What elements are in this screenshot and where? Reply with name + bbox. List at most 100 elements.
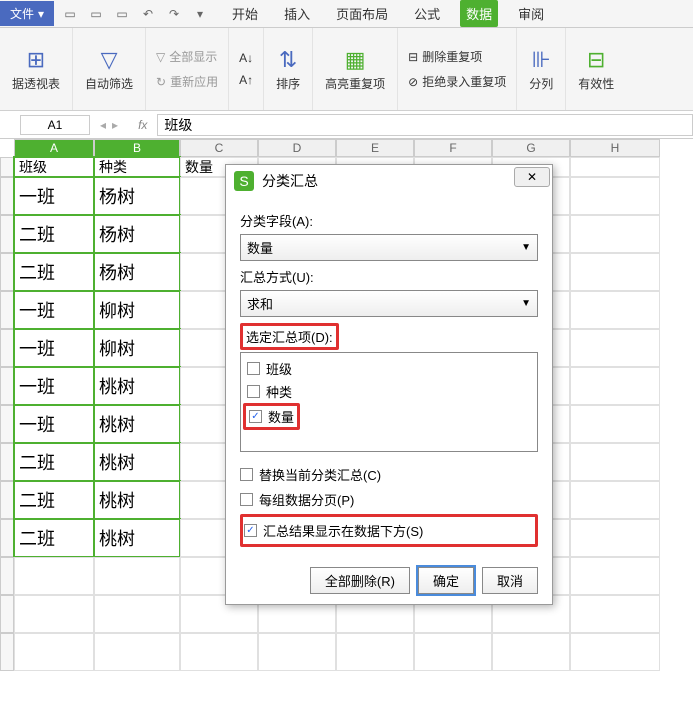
cell[interactable]: 一班 [14,405,94,443]
name-box[interactable] [20,115,90,135]
cell[interactable]: 一班 [14,291,94,329]
cell[interactable]: 杨树 [94,177,180,215]
cell[interactable]: 二班 [14,253,94,291]
tab-home[interactable]: 开始 [226,0,264,27]
next-icon[interactable]: ▸ [112,118,118,132]
cell[interactable] [180,633,258,671]
print-icon[interactable]: ▭ [88,6,104,22]
cell[interactable] [570,557,660,595]
tab-formula[interactable]: 公式 [408,0,446,27]
cell[interactable]: 一班 [14,177,94,215]
cell[interactable] [258,633,336,671]
items-listbox[interactable]: 班级 种类 ✓ 数量 [240,352,538,452]
cell[interactable] [570,157,660,177]
cell[interactable] [570,633,660,671]
cell[interactable] [570,595,660,633]
cell[interactable]: 桃树 [94,481,180,519]
fx-icon[interactable]: fx [138,118,147,132]
row-header[interactable] [0,519,14,557]
prev-icon[interactable]: ◂ [100,118,106,132]
preview-icon[interactable]: ▭ [114,6,130,22]
col-header-H[interactable]: H [570,139,660,157]
col-header-E[interactable]: E [336,139,414,157]
reject-dup-button[interactable]: ⊘ 拒绝录入重复项 [404,71,510,92]
field-select[interactable]: 数量 ▼ [240,234,538,261]
cell[interactable]: 二班 [14,481,94,519]
highlight-dup-button[interactable]: ▦ 高亮重复项 [319,43,391,96]
cell[interactable] [14,633,94,671]
tab-layout[interactable]: 页面布局 [330,0,394,27]
cancel-button[interactable]: 取消 [482,567,538,594]
row-header[interactable] [0,291,14,329]
cell[interactable]: 一班 [14,367,94,405]
col-header-C[interactable]: C [180,139,258,157]
more-icon[interactable]: ▾ [192,6,208,22]
redo-icon[interactable]: ↷ [166,6,182,22]
list-item[interactable]: 种类 [245,380,533,403]
dialog-close-button[interactable]: ✕ [514,167,550,187]
row-header[interactable] [0,157,14,177]
reapply-button[interactable]: ↻ 重新应用 [152,71,222,92]
cell[interactable]: 杨树 [94,215,180,253]
cell[interactable]: 二班 [14,215,94,253]
remove-dup-button[interactable]: ⊟ 删除重复项 [404,46,510,67]
row-header[interactable] [0,405,14,443]
row-header[interactable] [0,253,14,291]
col-header-G[interactable]: G [492,139,570,157]
cell[interactable]: 桃树 [94,443,180,481]
tab-review[interactable]: 审阅 [512,0,550,27]
cell[interactable]: 二班 [14,519,94,557]
cell[interactable] [570,329,660,367]
file-menu[interactable]: 文件 ▾ [0,1,54,26]
method-select[interactable]: 求和 ▼ [240,290,538,317]
list-item[interactable]: 班级 [245,357,533,380]
cell[interactable] [94,595,180,633]
cell[interactable] [570,215,660,253]
cell[interactable] [570,405,660,443]
undo-icon[interactable]: ↶ [140,6,156,22]
checkbox-checked[interactable]: ✓ [249,410,262,423]
row-header[interactable] [0,481,14,519]
row-header[interactable] [0,595,14,633]
text-to-columns-button[interactable]: ⊪ 分列 [523,43,559,96]
ok-button[interactable]: 确定 [418,567,474,594]
col-header-F[interactable]: F [414,139,492,157]
cell[interactable]: 二班 [14,443,94,481]
cell[interactable]: 班级 [14,157,94,177]
cell[interactable]: 桃树 [94,367,180,405]
remove-all-button[interactable]: 全部删除(R) [310,567,410,594]
opt-page[interactable]: 每组数据分页(P) [240,487,538,512]
list-item[interactable]: ✓ 数量 [247,407,296,426]
cell[interactable]: 柳树 [94,329,180,367]
autofilter-button[interactable]: ▽ 自动筛选 [79,43,139,96]
cell[interactable] [570,481,660,519]
cell[interactable] [14,557,94,595]
row-header[interactable] [0,177,14,215]
cell[interactable]: 杨树 [94,253,180,291]
col-header-A[interactable]: A [14,139,94,157]
cell[interactable] [570,253,660,291]
cell[interactable] [570,177,660,215]
sort-button[interactable]: ⇅ 排序 [270,43,306,96]
validation-button[interactable]: ⊟ 有效性 [572,43,620,96]
show-all-button[interactable]: ▽ 全部显示 [152,46,222,67]
cell[interactable] [414,633,492,671]
formula-input[interactable] [157,114,693,136]
opt-replace[interactable]: 替换当前分类汇总(C) [240,462,538,487]
opt-below[interactable]: ✓ 汇总结果显示在数据下方(S) [244,518,534,543]
cell[interactable]: 种类 [94,157,180,177]
checkbox-checked[interactable]: ✓ [244,524,257,537]
cell[interactable] [570,291,660,329]
cell[interactable]: 柳树 [94,291,180,329]
cell[interactable]: 桃树 [94,405,180,443]
pivot-table-button[interactable]: ⊞ 据透视表 [6,43,66,96]
cell[interactable] [492,633,570,671]
cell[interactable]: 桃树 [94,519,180,557]
sort-desc-button[interactable]: A↑ [235,71,257,89]
checkbox-unchecked[interactable] [240,493,253,506]
row-header[interactable] [0,367,14,405]
col-header-D[interactable]: D [258,139,336,157]
cell[interactable] [570,367,660,405]
row-header[interactable] [0,215,14,253]
tab-insert[interactable]: 插入 [278,0,316,27]
